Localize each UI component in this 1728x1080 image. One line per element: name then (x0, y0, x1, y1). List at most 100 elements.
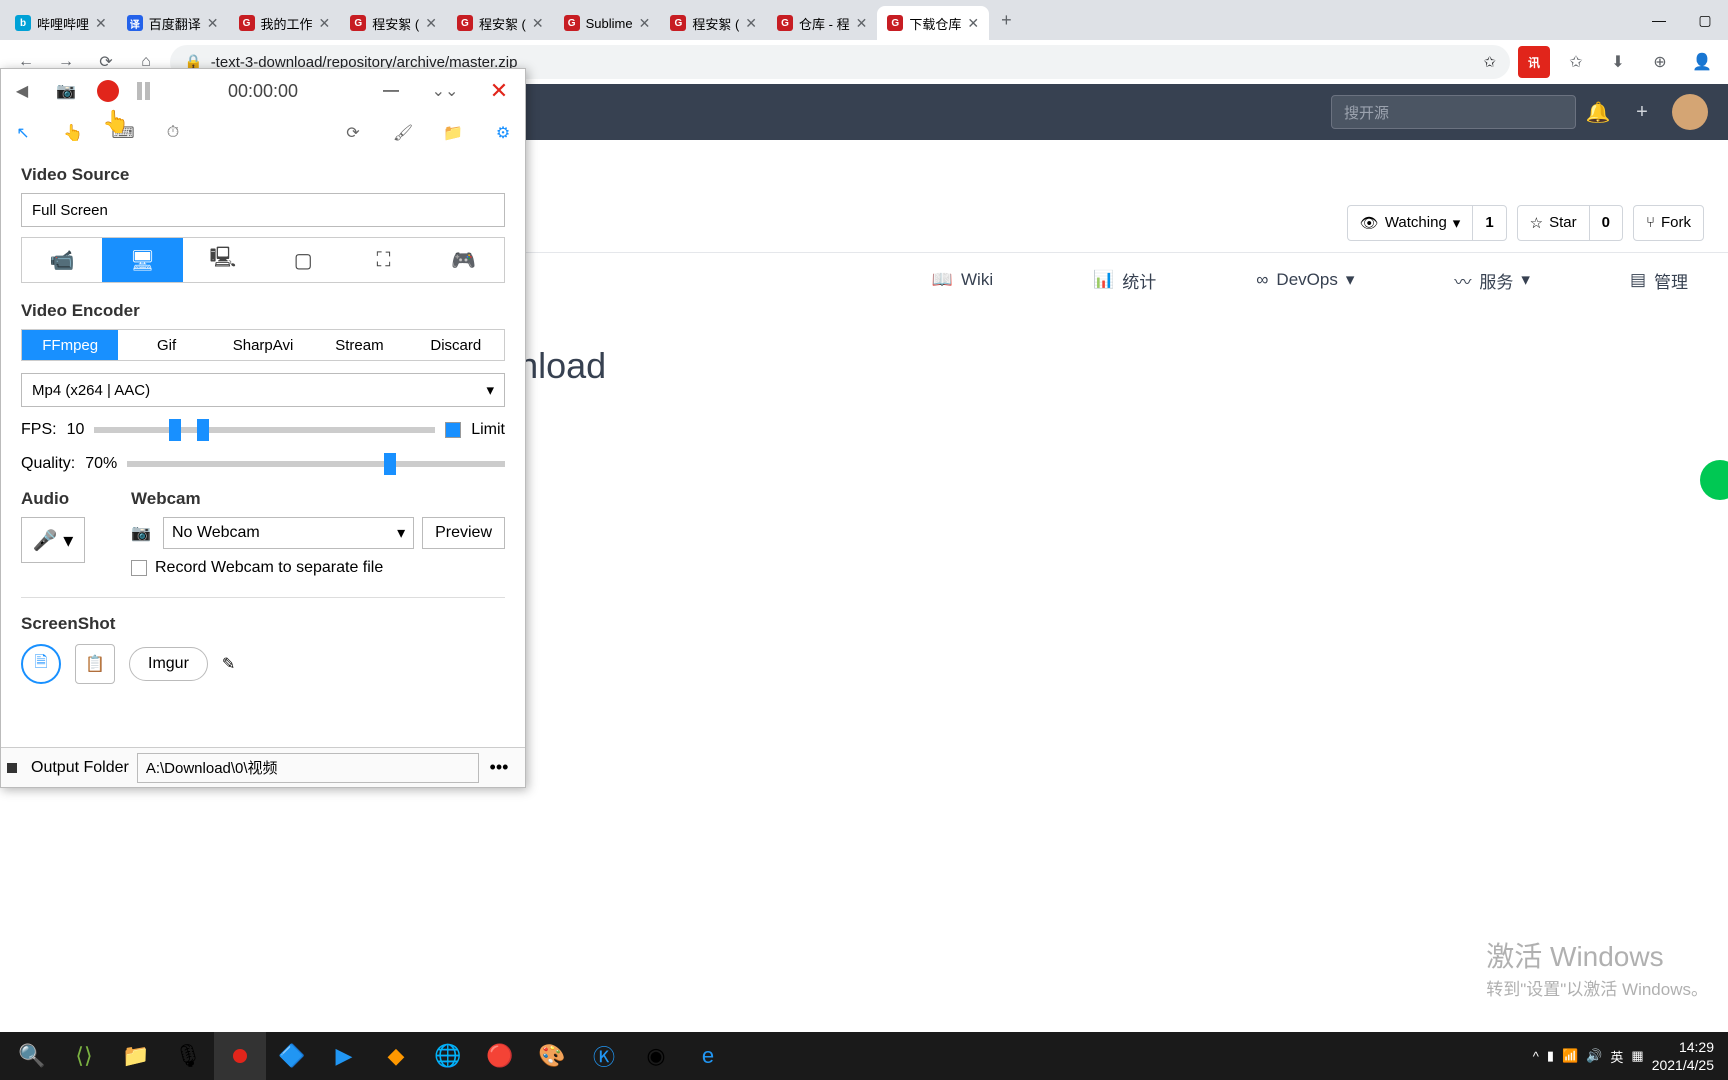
new-tab-button[interactable]: + (989, 10, 1024, 31)
clock[interactable]: 14:29 2021/4/25 (1652, 1038, 1714, 1074)
create-icon[interactable]: + (1620, 90, 1664, 134)
taskbar-edge[interactable]: 🌐 (422, 1032, 474, 1080)
record-button[interactable] (97, 80, 119, 102)
encoder-tab-sharpavi[interactable]: SharpAvi (215, 330, 311, 360)
quality-slider[interactable] (127, 461, 505, 467)
taskbar-app-7[interactable]: 🎨 (526, 1032, 578, 1080)
ime-indicator[interactable]: 英 (1610, 1047, 1623, 1066)
search-input[interactable]: 搜开源 (1331, 95, 1576, 129)
profile-icon[interactable]: 👤 (1686, 46, 1718, 78)
source-window-icon[interactable]: ▢ (263, 238, 343, 282)
limit-checkbox[interactable] (445, 422, 461, 438)
click-icon[interactable]: 👆 (61, 121, 85, 145)
taskbar-captura[interactable] (214, 1032, 266, 1080)
collections-icon[interactable]: ⊕ (1644, 46, 1676, 78)
favorites-list-icon[interactable]: ✩ (1560, 46, 1592, 78)
webcam-select[interactable]: No Webcam▾ (163, 517, 414, 549)
source-region-icon[interactable]: ⛶ (343, 238, 423, 282)
notifications-icon[interactable]: 🔔 (1576, 90, 1620, 134)
pause-button[interactable] (137, 82, 153, 100)
folder-icon[interactable]: 📁 (441, 121, 465, 145)
expand-button[interactable]: ⌄⌄ (427, 73, 463, 109)
gear-icon[interactable]: ⚙ (491, 121, 515, 145)
favorite-icon[interactable]: ✩ (1483, 53, 1496, 71)
window-maximize[interactable]: ▢ (1682, 0, 1728, 40)
window-minimize[interactable]: — (1636, 0, 1682, 40)
tab-gitee-4[interactable]: GSublime✕ (554, 6, 661, 40)
star-button[interactable]: ☆Star 0 (1517, 205, 1623, 241)
record-separate-checkbox[interactable] (131, 560, 147, 576)
tray-volume-icon[interactable]: 🔊 (1586, 1048, 1602, 1064)
encoder-tab-gif[interactable]: Gif (118, 330, 214, 360)
tab-gitee-5[interactable]: G程安絮 (✕ (660, 6, 767, 40)
tab-close-icon[interactable]: ✕ (856, 15, 868, 32)
preview-button[interactable]: Preview (422, 517, 505, 549)
tray-chevron-icon[interactable]: ^ (1533, 1049, 1539, 1064)
tab-close-icon[interactable]: ✕ (95, 15, 107, 32)
source-monitor-icon[interactable]: 🖳 (183, 238, 263, 282)
tab-close-icon[interactable]: ✕ (532, 15, 544, 32)
tab-manage[interactable]: ▤管理 (1630, 268, 1688, 293)
tab-service[interactable]: 〰服务 ▾ (1454, 268, 1530, 293)
tab-stats[interactable]: 📊统计 (1093, 268, 1156, 293)
taskbar-explorer[interactable]: 📁 (110, 1032, 162, 1080)
screenshot-clipboard-button[interactable]: 📋 (75, 644, 115, 684)
avatar[interactable] (1672, 94, 1708, 130)
watching-button[interactable]: 👁Watching▾ 1 (1347, 205, 1507, 241)
cursor-icon[interactable]: ↖ (11, 121, 35, 145)
tab-devops[interactable]: ∞DevOps ▾ (1256, 270, 1354, 290)
tab-close-icon[interactable]: ✕ (425, 15, 437, 32)
taskbar-app-8[interactable]: Ⓚ (578, 1032, 630, 1080)
timer-icon[interactable]: ⏱ (161, 121, 185, 145)
imgur-button[interactable]: Imgur (129, 647, 208, 681)
tab-close-icon[interactable]: ✕ (745, 15, 757, 32)
encoder-tab-stream[interactable]: Stream (311, 330, 407, 360)
taskbar-app-4[interactable]: ▶ (318, 1032, 370, 1080)
tab-wiki[interactable]: 📖Wiki (932, 270, 993, 290)
edit-icon[interactable]: ✎ (222, 654, 235, 674)
tab-close-icon[interactable]: ✕ (319, 15, 331, 32)
tray-network-icon[interactable]: 📶 (1562, 1048, 1578, 1064)
taskbar-app-2[interactable]: 🎙 (162, 1032, 214, 1080)
mic-button[interactable]: 🎤 ▾ (21, 517, 85, 563)
tab-gitee-6[interactable]: G仓库 - 程✕ (767, 6, 877, 40)
tab-baidu-translate[interactable]: 译百度翻译✕ (117, 6, 229, 40)
fps-slider[interactable] (94, 427, 435, 433)
captura-titlebar[interactable]: ◀ 📷 00:00:00 — ⌄⌄ ✕ (1, 69, 525, 113)
encoder-tab-discard[interactable]: Discard (408, 330, 504, 360)
tray-input-icon[interactable]: ▦ (1631, 1048, 1643, 1064)
keyboard-icon[interactable]: ⌨ (111, 121, 135, 145)
tab-bilibili[interactable]: b哔哩哔哩✕ (5, 6, 117, 40)
tray-battery-icon[interactable]: ▮ (1547, 1048, 1554, 1064)
taskbar-app-6[interactable]: 🔴 (474, 1032, 526, 1080)
tab-close-icon[interactable]: ✕ (639, 15, 651, 32)
fork-button[interactable]: ⑂Fork (1633, 205, 1704, 241)
tab-gitee-1[interactable]: G我的工作✕ (229, 6, 341, 40)
screenshot-icon[interactable]: 📷 (53, 78, 79, 104)
refresh-icon[interactable]: ⟳ (341, 121, 365, 145)
back-icon[interactable]: ◀ (9, 78, 35, 104)
encoder-tab-ffmpeg[interactable]: FFmpeg (22, 330, 118, 360)
codec-select[interactable]: Mp4 (x264 | AAC)▾ (21, 373, 505, 407)
extension-icon[interactable]: 讯 (1518, 46, 1550, 78)
video-source-select[interactable]: Full Screen (21, 193, 505, 227)
downloads-icon[interactable]: ⬇ (1602, 46, 1634, 78)
screenshot-disk-button[interactable]: 🗎 (21, 644, 61, 684)
source-camera-icon[interactable]: 📹 (22, 238, 102, 282)
tab-close-icon[interactable]: ✕ (967, 15, 979, 32)
tab-gitee-3[interactable]: G程安絮 (✕ (447, 6, 554, 40)
close-button[interactable]: ✕ (481, 73, 517, 109)
source-game-icon[interactable]: 🎮 (424, 238, 504, 282)
source-screen-icon[interactable]: 🖥 (102, 238, 182, 282)
taskbar-ie[interactable]: e (682, 1032, 734, 1080)
output-folder-path[interactable]: A:\Download\0\视频 (137, 753, 479, 783)
taskbar-app-3[interactable]: 🔷 (266, 1032, 318, 1080)
brush-icon[interactable]: 🖌 (391, 121, 415, 145)
tab-gitee-2[interactable]: G程安絮 (✕ (340, 6, 447, 40)
taskbar-search-icon[interactable]: 🔍 (6, 1032, 58, 1080)
taskbar-app-1[interactable]: ⟨⟩ (58, 1032, 110, 1080)
tab-close-icon[interactable]: ✕ (207, 15, 219, 32)
taskbar-app-5[interactable]: ◆ (370, 1032, 422, 1080)
tab-gitee-download[interactable]: G下载仓库✕ (877, 6, 989, 40)
taskbar-steam[interactable]: ◉ (630, 1032, 682, 1080)
